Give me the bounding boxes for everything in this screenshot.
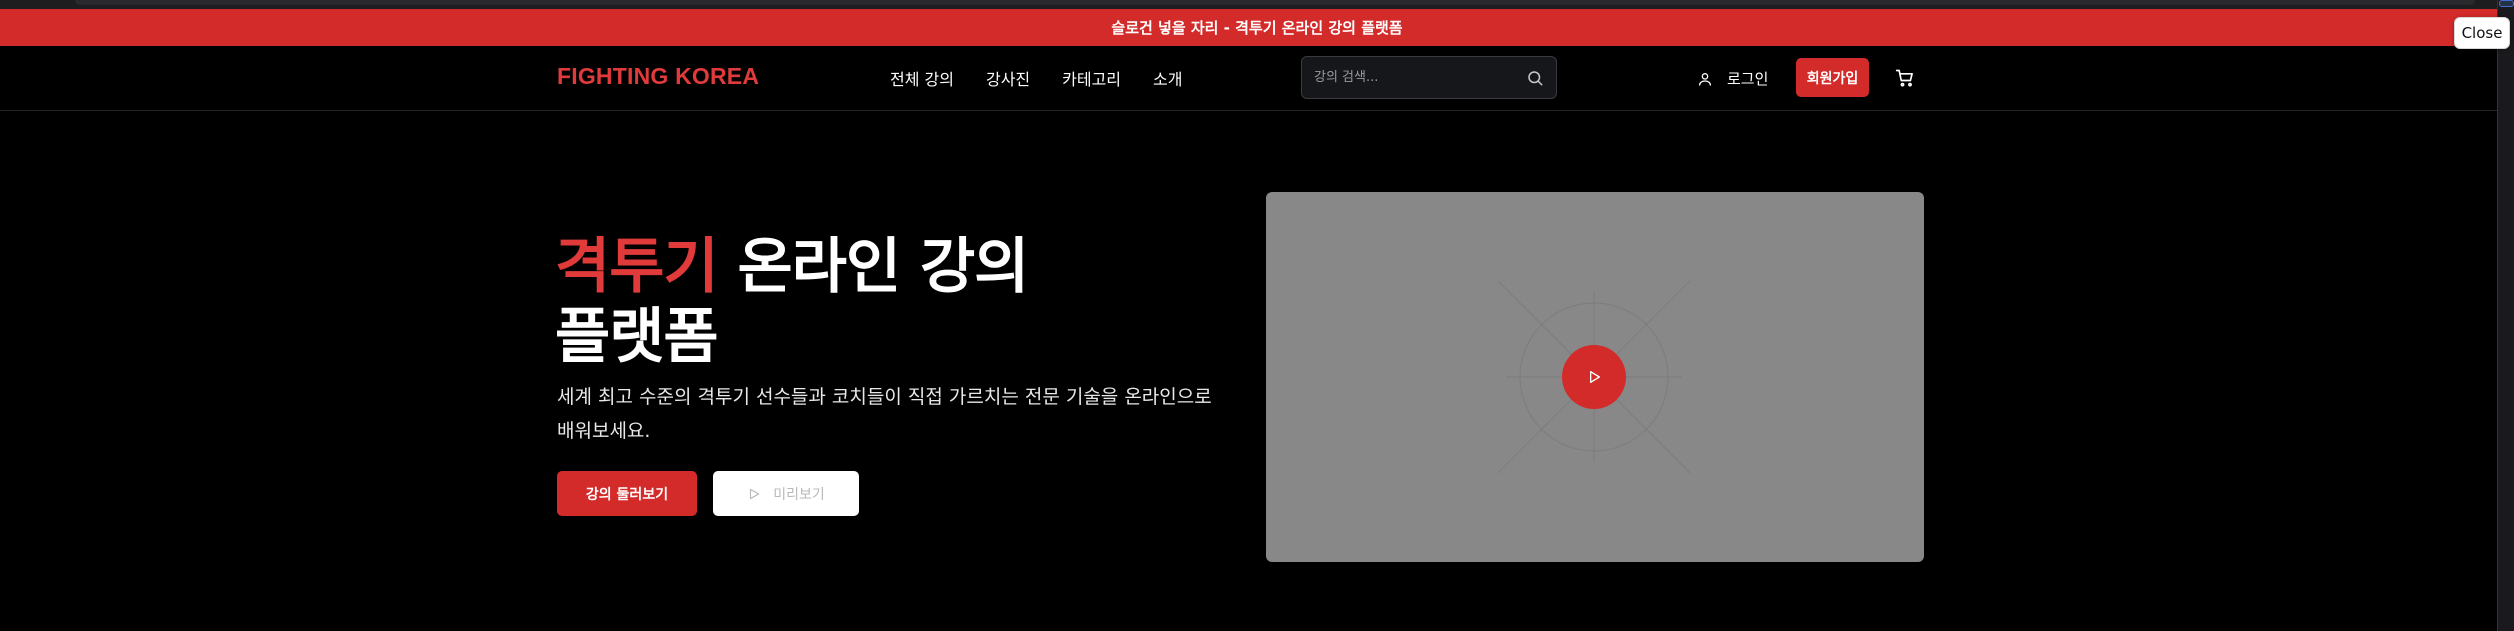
- scrollbar-knob[interactable]: [2499, 0, 2514, 7]
- preview-button[interactable]: 미리보기: [713, 471, 859, 516]
- login-label: 로그인: [1727, 70, 1769, 88]
- search-box: [1301, 56, 1557, 99]
- slogan-banner: 슬로건 넣을 자리 - 격투기 온라인 강의 플랫폼: [0, 9, 2514, 46]
- login-link[interactable]: 로그인: [1697, 68, 1768, 89]
- hero-title-rest: 온라인 강의: [717, 232, 1029, 302]
- play-button[interactable]: [1562, 345, 1626, 409]
- play-icon: [1590, 371, 1600, 383]
- site-logo[interactable]: FIGHTING KOREA: [557, 63, 759, 90]
- main-nav: 전체 강의 강사진 카테고리 소개: [890, 66, 1214, 90]
- signup-button[interactable]: 회원가입: [1796, 58, 1869, 97]
- preview-button-label: 미리보기: [773, 486, 825, 503]
- hero-description-line1: 세계 최고 수준의 격투기 선수들과 코치들이 직접 가르치는 전문 기술을 온…: [557, 386, 1212, 408]
- cart-icon[interactable]: [1895, 68, 1915, 88]
- nav-link-categories[interactable]: 카테고리: [1062, 66, 1121, 90]
- close-tooltip: Close: [2454, 17, 2510, 49]
- nav-link-instructors[interactable]: 강사진: [986, 66, 1030, 90]
- search-icon[interactable]: [1526, 69, 1544, 87]
- nav-link-all-courses[interactable]: 전체 강의: [890, 66, 954, 90]
- hero-title-accent: 격투기: [555, 232, 719, 302]
- hero-title: 격투기 온라인 강의 플랫폼: [555, 232, 1029, 372]
- hero-title-line2: 플랫폼: [555, 302, 719, 372]
- hero-description-line2: 배워보세요.: [557, 420, 651, 442]
- browser-top-strip: [0, 0, 2514, 9]
- navbar: FIGHTING KOREA 전체 강의 강사진 카테고리 소개 로그인 회원가…: [0, 46, 2497, 111]
- play-outline-icon: [750, 488, 760, 499]
- video-preview[interactable]: [1266, 192, 1924, 562]
- browse-courses-button[interactable]: 강의 둘러보기: [557, 471, 697, 516]
- side-scrollbar[interactable]: [2497, 0, 2514, 631]
- nav-link-about[interactable]: 소개: [1153, 66, 1182, 90]
- user-icon: [1699, 72, 1711, 86]
- search-input[interactable]: [1314, 70, 1526, 85]
- hero-description: 세계 최고 수준의 격투기 선수들과 코치들이 직접 가르치는 전문 기술을 온…: [557, 380, 1217, 448]
- browser-top-bar: [75, 0, 2475, 5]
